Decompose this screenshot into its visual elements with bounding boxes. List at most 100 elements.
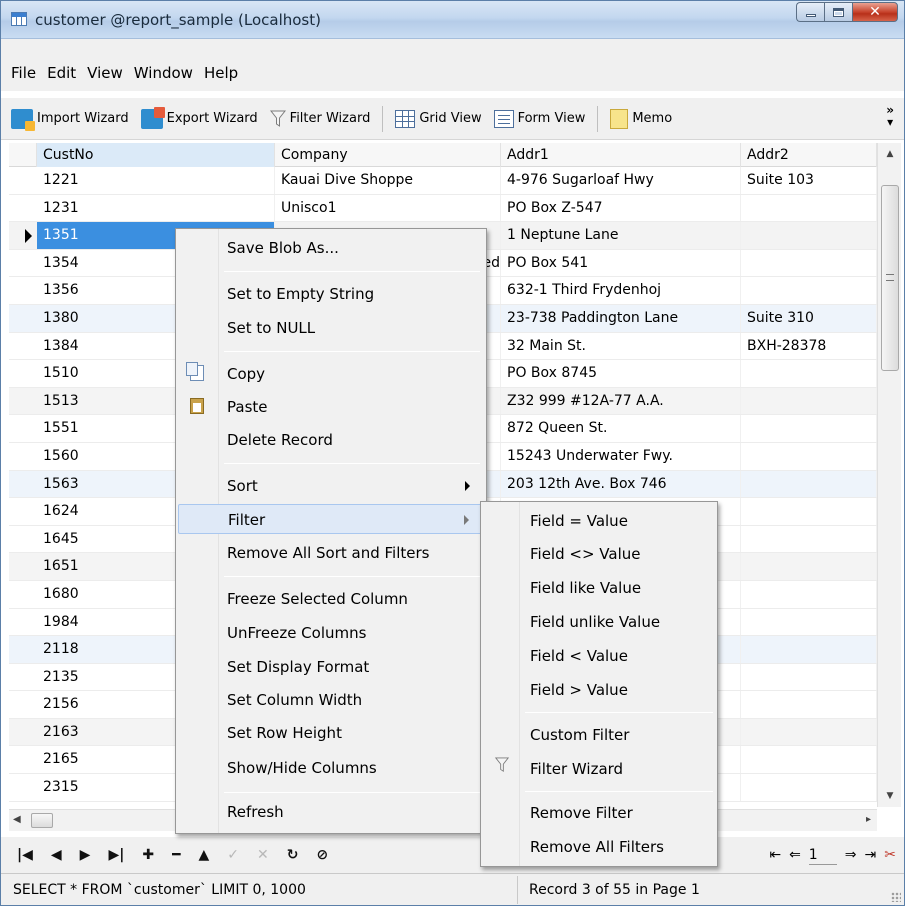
cell-addr2[interactable] (741, 608, 877, 636)
table-row[interactable]: 1221 Kauai Dive Shoppe 4-976 Sugarloaf Hwy… (9, 167, 877, 195)
export-wizard-button[interactable]: Export Wizard (140, 106, 258, 129)
memo-button[interactable]: Memo (610, 108, 672, 129)
cell-addr1[interactable]: 15243 Underwater Fwy. (501, 442, 741, 470)
column-header-addr1[interactable]: Addr1 (501, 143, 741, 167)
last-record-icon[interactable]: ▶| (108, 847, 124, 863)
table-row[interactable]: 1231 Unisco1 PO Box Z-547 (9, 194, 877, 223)
cell-addr1[interactable]: 203 12th Ave. Box 746 (501, 470, 741, 498)
row-indicator[interactable] (9, 388, 37, 415)
menu-row-height[interactable]: Set Row Height (178, 718, 484, 748)
filter-field-greater-than[interactable]: Field > Value (483, 675, 715, 705)
cell-addr1[interactable]: Z32 999 #12A-77 A.A. (501, 387, 741, 415)
close-button[interactable]: ✕ (852, 2, 898, 22)
filter-field-equals[interactable]: Field = Value (483, 506, 715, 536)
form-view-button[interactable]: Form View (493, 109, 585, 128)
page-number-input[interactable]: 1 (808, 845, 837, 865)
row-indicator[interactable] (9, 498, 37, 525)
filter-remove-all[interactable]: Remove All Filters (483, 832, 715, 862)
title-bar[interactable]: customer @report_sample (Localhost) ✕ (1, 1, 904, 39)
cell-addr2[interactable] (741, 360, 877, 387)
cell-addr2[interactable]: Suite 310 (741, 304, 877, 332)
prior-page-icon[interactable]: ⇐ (789, 847, 801, 863)
row-indicator[interactable] (9, 746, 37, 773)
next-page-icon[interactable]: ⇒ (845, 847, 857, 863)
menu-copy[interactable]: Copy (178, 359, 484, 389)
menu-set-empty-string[interactable]: Set to Empty String (178, 279, 484, 309)
cell-company[interactable]: Kauai Dive Shoppe (275, 167, 501, 194)
row-indicator[interactable] (9, 360, 37, 387)
menu-view[interactable]: View (87, 64, 123, 82)
column-header-custno[interactable]: CustNo (37, 143, 275, 167)
row-indicator[interactable] (9, 581, 37, 608)
first-page-icon[interactable]: ⇤ (769, 847, 781, 863)
scroll-left-arrow-icon[interactable]: ◀ (13, 814, 21, 825)
cell-addr2[interactable] (741, 222, 877, 249)
menu-remove-sort-filters[interactable]: Remove All Sort and Filters (178, 538, 484, 568)
cell-addr2[interactable]: Suite 103 (741, 167, 877, 194)
filter-field-unlike[interactable]: Field unlike Value (483, 607, 715, 637)
cell-company[interactable]: Unisco1 (275, 194, 501, 222)
row-indicator[interactable] (9, 333, 37, 360)
cell-addr2[interactable] (741, 525, 877, 553)
cell-addr1[interactable]: PO Box 8745 (501, 360, 741, 387)
menu-paste[interactable]: Paste (178, 392, 484, 422)
toolbar-overflow-button[interactable]: » ▾ (886, 104, 894, 128)
first-record-icon[interactable]: |◀ (17, 847, 33, 863)
cell-custno[interactable]: 1221 (37, 167, 275, 194)
cell-addr2[interactable] (741, 746, 877, 774)
filter-wizard-button[interactable]: Filter Wizard (269, 110, 370, 128)
menu-file[interactable]: File (11, 64, 36, 82)
filter-field-less-than[interactable]: Field < Value (483, 641, 715, 671)
edit-record-icon[interactable]: ▲ (199, 847, 210, 863)
row-indicator[interactable] (9, 609, 37, 636)
cell-addr2[interactable] (741, 553, 877, 580)
prior-record-icon[interactable]: ◀ (51, 847, 62, 863)
cell-addr2[interactable] (741, 442, 877, 470)
cell-addr2[interactable] (741, 415, 877, 442)
cell-addr2[interactable] (741, 498, 877, 525)
menu-display-format[interactable]: Set Display Format (178, 652, 484, 682)
row-indicator[interactable] (9, 443, 37, 470)
stop-icon[interactable]: ⊘ (317, 847, 329, 863)
cell-addr2[interactable] (741, 470, 877, 498)
menu-save-blob[interactable]: Save Blob As... (178, 233, 484, 263)
grid-view-button[interactable]: Grid View (395, 109, 482, 128)
cell-addr2[interactable] (741, 663, 877, 691)
cell-addr2[interactable] (741, 774, 877, 801)
row-indicator[interactable] (9, 664, 37, 691)
scroll-down-arrow-icon[interactable]: ▼ (878, 785, 902, 807)
row-indicator[interactable] (9, 305, 37, 332)
cell-addr2[interactable] (741, 636, 877, 663)
column-header-company[interactable]: Company (275, 143, 501, 167)
menu-freeze-column[interactable]: Freeze Selected Column (178, 584, 484, 614)
cell-addr1[interactable]: PO Box Z-547 (501, 194, 741, 222)
row-indicator[interactable] (9, 553, 37, 580)
cell-addr2[interactable] (741, 194, 877, 222)
menu-delete-record[interactable]: Delete Record (178, 425, 484, 455)
row-indicator[interactable] (9, 277, 37, 304)
cell-addr1[interactable]: 32 Main St. (501, 332, 741, 360)
row-indicator[interactable] (9, 774, 37, 801)
cell-addr1[interactable]: 23-738 Paddington Lane (501, 304, 741, 332)
row-indicator[interactable] (9, 526, 37, 553)
filter-field-like[interactable]: Field like Value (483, 573, 715, 603)
menu-column-width[interactable]: Set Column Width (178, 685, 484, 715)
refresh-icon[interactable]: ↻ (287, 847, 299, 863)
cell-addr2[interactable] (741, 691, 877, 718)
cell-custno[interactable]: 1231 (37, 194, 275, 222)
row-indicator[interactable] (9, 222, 37, 249)
page-settings-icon[interactable]: ✂ (884, 847, 896, 863)
menu-refresh[interactable]: Refresh (178, 797, 484, 827)
cell-addr2[interactable] (741, 249, 877, 277)
menu-filter[interactable]: Filter (178, 504, 484, 534)
cell-addr1[interactable]: PO Box 541 (501, 249, 741, 277)
menu-show-hide-columns[interactable]: Show/Hide Columns (178, 753, 484, 783)
post-edit-icon[interactable]: ✓ (227, 847, 239, 863)
row-indicator[interactable] (9, 415, 37, 442)
row-indicator[interactable] (9, 691, 37, 718)
scroll-thumb[interactable] (881, 185, 899, 371)
menu-edit[interactable]: Edit (47, 64, 76, 82)
insert-record-icon[interactable]: ✚ (142, 847, 154, 863)
menu-help[interactable]: Help (204, 64, 238, 82)
scroll-right-arrow-icon[interactable]: ▸ (866, 814, 871, 825)
